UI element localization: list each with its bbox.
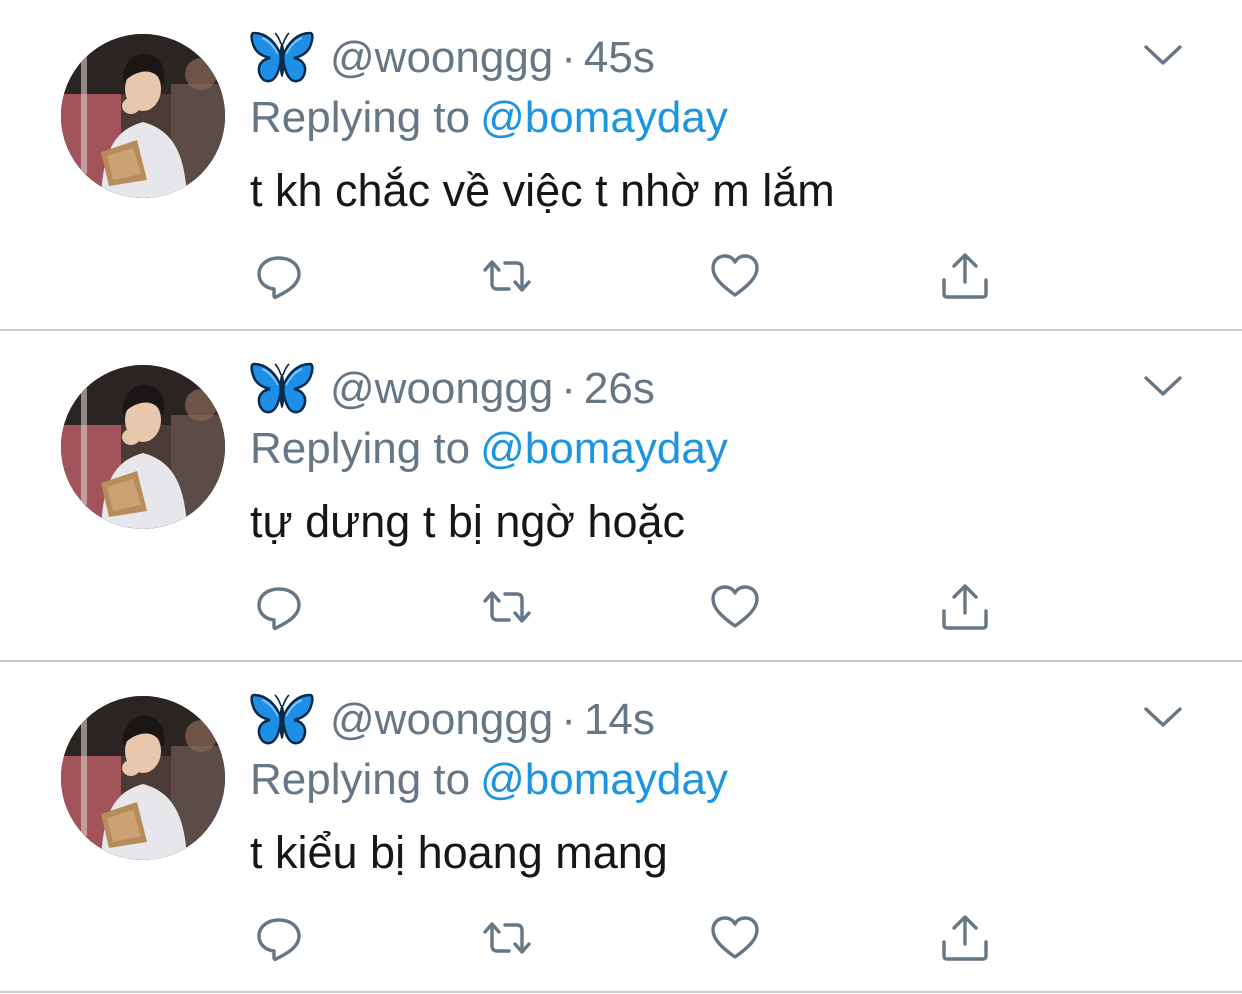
tweet-text: t kh chắc về việc t nhờ m lắm (250, 165, 835, 216)
replying-to-label: Replying to (250, 755, 471, 804)
butterfly-icon (250, 361, 314, 417)
tweet-header: @woonggg · 26s (250, 359, 655, 419)
avatar[interactable] (61, 34, 225, 198)
separator-dot: · (561, 33, 576, 82)
avatar[interactable] (61, 365, 225, 529)
replying-to-label: Replying to (250, 424, 471, 473)
user-handle[interactable]: @woonggg (330, 364, 553, 414)
tweet[interactable]: @woonggg · 14s Replying to @bomayday t ki… (0, 662, 1242, 993)
divider (0, 991, 1242, 993)
retweet-icon[interactable] (481, 912, 533, 964)
timestamp[interactable]: 26s (584, 364, 655, 414)
share-icon[interactable] (939, 250, 991, 302)
timestamp[interactable]: 45s (584, 33, 655, 83)
chevron-down-icon[interactable] (1142, 40, 1184, 70)
tweet[interactable]: @woonggg · 26s Replying to @bomayday tự d… (0, 331, 1242, 662)
timestamp[interactable]: 14s (584, 695, 655, 745)
tweet-text: tự dưng t bị ngờ hoặc (250, 496, 686, 547)
like-icon[interactable] (709, 581, 761, 633)
butterfly-icon (250, 30, 314, 86)
replying-to: Replying to @bomayday (250, 424, 728, 474)
like-icon[interactable] (709, 912, 761, 964)
chevron-down-icon[interactable] (1142, 371, 1184, 401)
share-icon[interactable] (939, 581, 991, 633)
reply-icon[interactable] (253, 250, 305, 302)
reply-icon[interactable] (253, 581, 305, 633)
separator-dot: · (561, 364, 576, 413)
retweet-icon[interactable] (481, 581, 533, 633)
replying-to: Replying to @bomayday (250, 93, 728, 143)
separator-dot: · (561, 695, 576, 744)
tweet[interactable]: @woonggg · 45s Replying to @bomayday t kh… (0, 0, 1242, 331)
replying-to-link[interactable]: @bomayday (480, 755, 728, 804)
retweet-icon[interactable] (481, 250, 533, 302)
tweet-header: @woonggg · 14s (250, 690, 655, 750)
avatar[interactable] (61, 696, 225, 860)
user-handle[interactable]: @woonggg (330, 33, 553, 83)
tweet-header: @woonggg · 45s (250, 28, 655, 88)
share-icon[interactable] (939, 912, 991, 964)
user-handle[interactable]: @woonggg (330, 695, 553, 745)
butterfly-icon (250, 692, 314, 748)
replying-to-link[interactable]: @bomayday (480, 424, 728, 473)
replying-to: Replying to @bomayday (250, 755, 728, 805)
reply-icon[interactable] (253, 912, 305, 964)
tweet-text: t kiểu bị hoang mang (250, 827, 668, 878)
replying-to-link[interactable]: @bomayday (480, 93, 728, 142)
replying-to-label: Replying to (250, 93, 471, 142)
like-icon[interactable] (709, 250, 761, 302)
chevron-down-icon[interactable] (1142, 702, 1184, 732)
